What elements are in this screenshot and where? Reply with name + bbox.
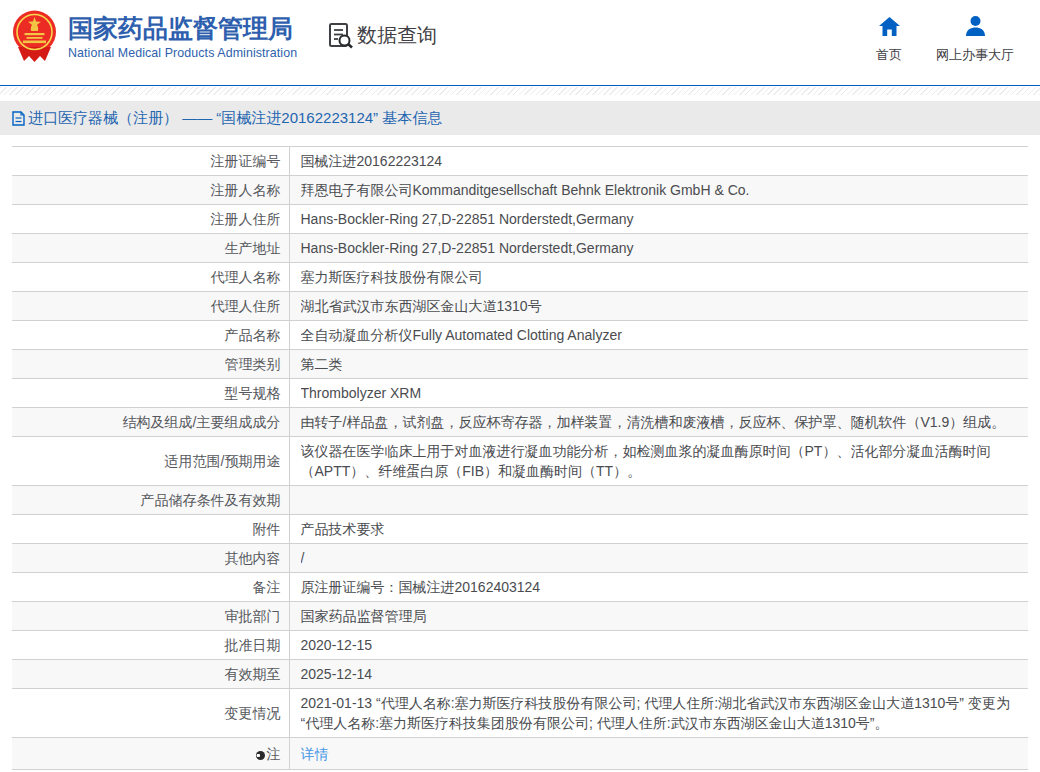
table-row: 代理人住所湖北省武汉市东西湖区金山大道1310号 (12, 292, 1028, 321)
row-value: 湖北省武汉市东西湖区金山大道1310号 (289, 292, 1028, 321)
site-subtitle: National Medical Products Administration (68, 46, 297, 61)
header-divider-line (0, 85, 1040, 86)
table-row: 型号规格Thrombolyzer XRM (12, 379, 1028, 408)
row-label: 产品名称 (12, 321, 289, 350)
row-value: 国械注进20162223124 (289, 147, 1028, 176)
table-row: 变更情况2021-01-13 “代理人名称:塞力斯医疗科技股份有限公司; 代理人… (12, 689, 1028, 738)
table-row: 批准日期2020-12-15 (12, 631, 1028, 660)
info-table: 注册证编号国械注进20162223124注册人名称拜恩电子有限公司Kommand… (12, 146, 1028, 770)
breadcrumb: 进口医疗器械（注册） —— “国械注进20162223124” 基本信息 (0, 101, 1040, 135)
row-label: 型号规格 (12, 379, 289, 408)
table-row: 生产地址Hans-Bockler-Ring 27,D-22851 Norders… (12, 234, 1028, 263)
row-label: 代理人住所 (12, 292, 289, 321)
page-icon (12, 111, 25, 126)
home-icon (878, 15, 901, 38)
nav-hall-label: 网上办事大厅 (933, 46, 1017, 64)
document-search-icon (327, 22, 354, 49)
table-row: 其他内容/ (12, 544, 1028, 573)
table-row: 注册人名称拜恩电子有限公司Kommanditgesellschaft Behnk… (12, 176, 1028, 205)
site-title: 国家药品监督管理局 (68, 13, 297, 44)
row-value: 拜恩电子有限公司Kommanditgesellschaft Behnk Elek… (289, 176, 1028, 205)
row-label: 结构及组成/主要组成成分 (12, 408, 289, 437)
table-row: 注册人住所Hans-Bockler-Ring 27,D-22851 Norder… (12, 205, 1028, 234)
table-row: 适用范围/预期用途该仪器在医学临床上用于对血液进行凝血功能分析，如检测血浆的凝血… (12, 437, 1028, 486)
row-value: 国家药品监督管理局 (289, 602, 1028, 631)
table-row: 附件产品技术要求 (12, 515, 1028, 544)
row-value: 产品技术要求 (289, 515, 1028, 544)
row-value: Hans-Bockler-Ring 27,D-22851 Norderstedt… (289, 205, 1028, 234)
breadcrumb-text: 进口医疗器械（注册） —— “国械注进20162223124” 基本信息 (28, 109, 442, 128)
hatch-stripe-band (0, 87, 1040, 95)
row-label: 其他内容 (12, 544, 289, 573)
info-table-wrap: 注册证编号国械注进20162223124注册人名称拜恩电子有限公司Kommand… (12, 146, 1028, 770)
row-value: 2025-12-14 (289, 660, 1028, 689)
row-label: 生产地址 (12, 234, 289, 263)
row-value: 第二类 (289, 350, 1028, 379)
nav-home[interactable]: 首页 (864, 15, 914, 64)
row-value: 详情 (289, 738, 1028, 770)
table-row: 审批部门国家药品监督管理局 (12, 602, 1028, 631)
table-row: 结构及组成/主要组成成分由转子/样品盘，试剂盘，反应杯寄存器，加样装置，清洗槽和… (12, 408, 1028, 437)
row-label: 产品储存条件及有效期 (12, 486, 289, 515)
detail-link[interactable]: 详情 (301, 746, 329, 762)
nav-service-hall[interactable]: 网上办事大厅 (933, 15, 1017, 64)
person-icon (964, 15, 987, 38)
table-row: 有效期至2025-12-14 (12, 660, 1028, 689)
row-value (289, 486, 1028, 515)
row-label: 管理类别 (12, 350, 289, 379)
table-row: 代理人名称塞力斯医疗科技股份有限公司 (12, 263, 1028, 292)
row-value: 由转子/样品盘，试剂盘，反应杯寄存器，加样装置，清洗槽和废液槽，反应杯、保护罩、… (289, 408, 1028, 437)
table-row: 产品储存条件及有效期 (12, 486, 1028, 515)
row-label: 变更情况 (12, 689, 289, 738)
brand-block: 国家药品监督管理局 National Medical Products Admi… (68, 13, 297, 61)
note-dot-icon (256, 751, 265, 760)
table-row: 管理类别第二类 (12, 350, 1028, 379)
row-label: 注册人住所 (12, 205, 289, 234)
row-value: 该仪器在医学临床上用于对血液进行凝血功能分析，如检测血浆的凝血酶原时间（PT）、… (289, 437, 1028, 486)
site-header: 国家药品监督管理局 National Medical Products Admi… (0, 0, 1040, 85)
table-row: 注详情 (12, 738, 1028, 770)
row-label: 代理人名称 (12, 263, 289, 292)
row-value: 塞力斯医疗科技股份有限公司 (289, 263, 1028, 292)
row-label: 注册人名称 (12, 176, 289, 205)
national-emblem-logo (12, 9, 57, 63)
row-value: 2020-12-15 (289, 631, 1028, 660)
row-label: 适用范围/预期用途 (12, 437, 289, 486)
row-value: 原注册证编号：国械注进20162403124 (289, 573, 1028, 602)
row-label: 注 (12, 738, 289, 770)
row-label: 附件 (12, 515, 289, 544)
row-value: 全自动凝血分析仪Fully Automated Clotting Analyze… (289, 321, 1028, 350)
table-row: 产品名称全自动凝血分析仪Fully Automated Clotting Ana… (12, 321, 1028, 350)
row-value: Hans-Bockler-Ring 27,D-22851 Norderstedt… (289, 234, 1028, 263)
row-label: 有效期至 (12, 660, 289, 689)
row-value: Thrombolyzer XRM (289, 379, 1028, 408)
info-table-body: 注册证编号国械注进20162223124注册人名称拜恩电子有限公司Kommand… (12, 147, 1028, 770)
table-row: 注册证编号国械注进20162223124 (12, 147, 1028, 176)
table-row: 备注原注册证编号：国械注进20162403124 (12, 573, 1028, 602)
row-label: 备注 (12, 573, 289, 602)
data-query-label: 数据查询 (357, 22, 437, 49)
row-label: 注册证编号 (12, 147, 289, 176)
row-label: 批准日期 (12, 631, 289, 660)
nav-home-label: 首页 (864, 46, 914, 64)
row-value: 2021-01-13 “代理人名称:塞力斯医疗科技股份有限公司; 代理人住所:湖… (289, 689, 1028, 738)
data-query-tab[interactable]: 数据查询 (327, 22, 437, 49)
row-label: 审批部门 (12, 602, 289, 631)
row-value: / (289, 544, 1028, 573)
